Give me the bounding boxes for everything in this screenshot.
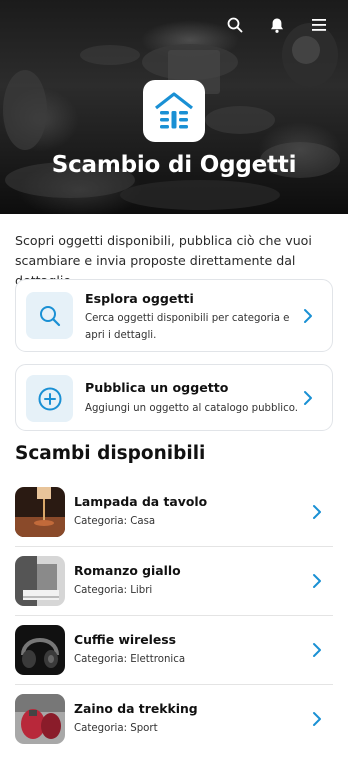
house-exchange-icon	[155, 92, 193, 129]
item-title: Lampada da tavolo	[74, 494, 208, 509]
page-title: Scambio di Oggetti	[51, 152, 297, 178]
item-category: Categoria: Libri	[74, 585, 153, 596]
app-logo	[143, 80, 205, 142]
card-description: Aggiungi un oggetto al catalogo pubblico…	[85, 403, 299, 414]
search-tile	[26, 292, 73, 339]
add-circle-icon	[38, 387, 61, 410]
chevron-right-icon	[313, 505, 321, 519]
chevron-right-icon	[313, 712, 321, 726]
available-items-list: Lampada da tavolo Categoria: Casa Romanz…	[15, 478, 333, 754]
list-item[interactable]: Lampada da tavolo Categoria: Casa	[15, 478, 333, 547]
chevron-right-icon	[313, 574, 321, 588]
item-category: Categoria: Casa	[74, 516, 156, 527]
section-title: Scambi disponibili	[15, 443, 206, 464]
card-title: Esplora oggetti	[85, 291, 194, 306]
notification-icon[interactable]	[266, 14, 288, 36]
list-item[interactable]: Cuffie wireless Categoria: Elettronica	[15, 616, 333, 685]
chevron-right-icon	[304, 309, 312, 323]
item-thumbnail	[15, 556, 65, 606]
publish-item-card[interactable]: Pubblica un oggetto Aggiungi un oggetto …	[15, 364, 333, 431]
item-category: Categoria: Sport	[74, 723, 158, 734]
search-icon[interactable]	[224, 14, 246, 36]
list-item[interactable]: Zaino da trekking Categoria: Sport	[15, 685, 333, 754]
item-title: Zaino da trekking	[74, 701, 198, 716]
top-icons	[224, 14, 330, 36]
card-description: Cerca oggetti disponibili per categoria …	[85, 313, 290, 341]
search-icon	[39, 305, 60, 326]
item-title: Cuffie wireless	[74, 632, 177, 647]
add-tile	[26, 375, 73, 422]
card-title: Pubblica un oggetto	[85, 380, 229, 395]
hero-banner: Scambio di Oggetti	[0, 0, 348, 214]
chevron-right-icon	[304, 391, 312, 405]
chevron-right-icon	[313, 643, 321, 657]
item-title: Romanzo giallo	[74, 563, 181, 578]
item-thumbnail	[15, 694, 65, 744]
menu-icon[interactable]	[308, 14, 330, 36]
item-category: Categoria: Elettronica	[74, 654, 186, 665]
list-item[interactable]: Romanzo giallo Categoria: Libri	[15, 547, 333, 616]
item-thumbnail	[15, 487, 65, 537]
explore-items-card[interactable]: Esplora oggetti Cerca oggetti disponibil…	[15, 279, 333, 352]
item-thumbnail	[15, 625, 65, 675]
